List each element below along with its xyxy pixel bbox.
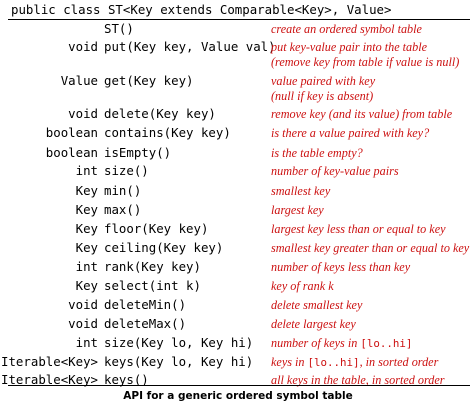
return-type: void (68, 297, 98, 312)
return-type: Key (75, 183, 98, 198)
method-signature: contains(Key key) (104, 125, 231, 140)
method-description: delete largest key (271, 317, 356, 332)
method-description: put key-value pair into the table (remove… (271, 40, 459, 70)
return-type: int (75, 163, 98, 178)
table-caption: API for a generic ordered symbol table (123, 390, 353, 402)
method-description: keys in [lo..hi], in sorted order (271, 355, 438, 370)
api-row: int size() number of key-value pairs (8, 163, 470, 181)
api-row: boolean contains(Key key) is there a value… (8, 125, 470, 143)
description-line: number of keys in [lo..hi] (271, 336, 413, 350)
return-type: boolean (45, 125, 98, 140)
method-signature: min() (104, 183, 142, 198)
method-signature: size(Key lo, Key hi) (104, 335, 254, 350)
description-line: value paired with key (271, 74, 376, 88)
description-line: is there a value paired with key? (271, 126, 430, 140)
api-row: ST() create an ordered symbol table (8, 21, 470, 39)
api-row: Key max() largest key (8, 202, 470, 220)
method-description: is there a value paired with key? (271, 126, 429, 141)
description-line: keys in [lo..hi], in sorted order (271, 355, 439, 369)
return-type: Key (75, 278, 98, 293)
description-line: delete largest key (271, 317, 356, 331)
api-row: Key select(int k) key of rank k (8, 278, 470, 296)
description-line: largest key (271, 203, 324, 217)
description-line: key of rank k (271, 279, 334, 293)
method-description: remove key (and its value) from table (271, 107, 452, 122)
description-line: number of keys less than key (271, 260, 411, 274)
return-type: Value (60, 73, 98, 88)
method-description: number of keys less than key (271, 260, 410, 275)
method-signature: rank(Key key) (104, 259, 201, 274)
description-line: largest key less than or equal to key (271, 222, 446, 236)
method-description: number of keys in [lo..hi] (271, 336, 412, 351)
api-row: Value get(Key key) value paired with key (n… (8, 73, 470, 103)
method-signature: ceiling(Key key) (104, 240, 224, 255)
api-row: boolean isEmpty() is the table empty? (8, 145, 470, 163)
api-table: public class ST<Key extends Comparable<K… (0, 0, 476, 409)
description-line: smallest key (271, 184, 331, 198)
return-type: int (75, 335, 98, 350)
return-type: Key (75, 240, 98, 255)
method-description: key of rank k (271, 279, 334, 294)
description-line: put key-value pair into the table (271, 40, 428, 54)
description-line: create an ordered symbol table (271, 22, 422, 36)
return-type: void (68, 106, 98, 121)
description-line: delete smallest key (271, 298, 363, 312)
description-line: smallest key greater than or equal to ke… (271, 241, 470, 255)
description-line: number of key-value pairs (271, 164, 399, 178)
return-type: int (75, 259, 98, 274)
description-line: (null if key is absent) (271, 89, 374, 103)
method-signature: deleteMin() (104, 297, 187, 312)
method-signature: get(Key key) (104, 73, 194, 88)
method-signature: delete(Key key) (104, 106, 216, 121)
method-description: create an ordered symbol table (271, 22, 422, 37)
api-row: Iterable<Key> keys(Key lo, Key hi) keys in… (1, 354, 470, 372)
description-line: remove key (and its value) from table (271, 107, 453, 121)
return-type: Key (75, 202, 98, 217)
api-row: void put(Key key, Value val) put key-value… (8, 39, 470, 69)
description-line: is the table empty? (271, 146, 363, 160)
method-description: value paired with key (null if key is abs… (271, 74, 375, 104)
return-type: void (68, 39, 98, 54)
method-description: largest key (271, 203, 324, 218)
api-row: void deleteMax() delete largest key (8, 316, 470, 334)
method-signature: floor(Key key) (104, 221, 209, 236)
method-signature: ST() (104, 21, 134, 36)
api-row: void deleteMin() delete smallest key (8, 297, 470, 315)
method-description: number of key-value pairs (271, 164, 399, 179)
method-signature: size() (104, 163, 149, 178)
method-description: largest key less than or equal to key (271, 222, 446, 237)
api-row: Key ceiling(Key key) smallest key greater … (8, 240, 470, 258)
method-signature: select(int k) (104, 278, 201, 293)
method-description: is the table empty? (271, 146, 363, 161)
method-description: smallest key greater than or equal to ke… (271, 241, 469, 256)
method-signature: put(Key key, Value val) (104, 39, 276, 54)
class-header: public class ST<Key extends Comparable<K… (11, 2, 392, 17)
method-signature: deleteMax() (104, 316, 187, 331)
api-row: void delete(Key key) remove key (and its v… (8, 106, 470, 124)
method-description: smallest key (271, 184, 330, 199)
method-signature: keys(Key lo, Key hi) (104, 354, 254, 369)
method-signature: isEmpty() (104, 145, 172, 160)
api-row: Key floor(Key key) largest key less than o… (8, 221, 470, 239)
api-row: Iterable<Key> keys() all keys in the table… (1, 372, 470, 390)
api-row: int rank(Key key) number of keys less than… (8, 259, 470, 277)
return-type: Iterable<Key> (1, 354, 98, 369)
description-line: (remove key from table if value is null) (271, 55, 460, 69)
api-row: int size(Key lo, Key hi) number of keys in… (8, 335, 470, 353)
api-row: Key min() smallest key (8, 183, 470, 201)
return-type: boolean (45, 145, 98, 160)
bottom-rule (8, 385, 470, 386)
method-signature: max() (104, 202, 142, 217)
return-type: void (68, 316, 98, 331)
top-rule (8, 19, 470, 20)
method-description: delete smallest key (271, 298, 362, 313)
return-type: Key (75, 221, 98, 236)
